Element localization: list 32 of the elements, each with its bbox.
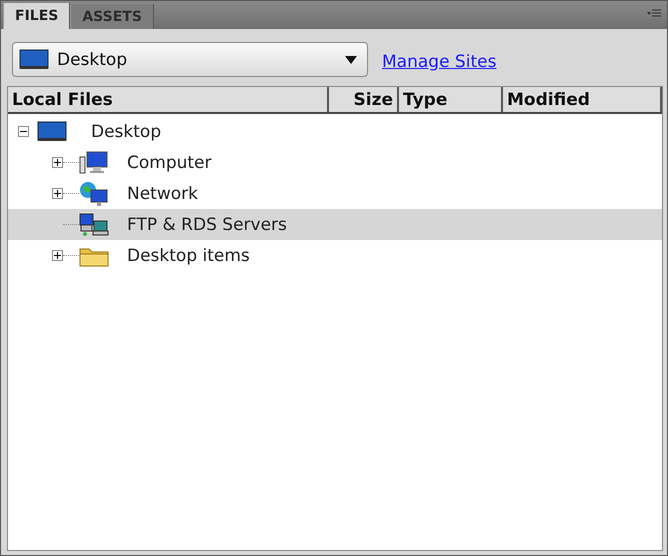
site-dropdown[interactable]: Desktop: [12, 42, 368, 77]
column-header[interactable]: Size: [329, 87, 399, 112]
collapse-toggle[interactable]: [18, 126, 29, 137]
column-header[interactable]: Modified: [503, 87, 662, 112]
column-header[interactable]: Type: [399, 87, 503, 112]
tree-row[interactable]: Computer: [8, 147, 662, 178]
dropdown-arrow-icon: [345, 56, 357, 64]
tree-label: Desktop items: [127, 246, 250, 266]
panel-tab[interactable]: FILES: [3, 3, 70, 29]
panel-menu-icon[interactable]: [647, 9, 661, 19]
tree-label: Network: [127, 184, 198, 204]
tree-label: FTP & RDS Servers: [127, 214, 287, 234]
servers-icon: [79, 212, 109, 236]
plus-icon: [54, 159, 61, 166]
tree-row[interactable]: FTP & RDS Servers: [8, 209, 662, 240]
expand-toggle[interactable]: [52, 188, 63, 199]
desktop-icon: [37, 120, 67, 142]
expand-toggle[interactable]: [52, 250, 63, 261]
plus-icon: [54, 252, 61, 259]
manage-sites-link[interactable]: Manage Sites: [382, 52, 496, 72]
tree-row[interactable]: Network: [8, 178, 662, 209]
desktop-icon: [19, 48, 49, 70]
column-header[interactable]: Local Files: [8, 87, 329, 112]
expand-toggle[interactable]: [52, 157, 63, 168]
computer-icon: [79, 150, 109, 174]
network-icon: [79, 180, 109, 206]
minus-icon: [20, 128, 27, 135]
tree-row[interactable]: Desktop items: [8, 240, 662, 271]
tree-label: Computer: [127, 152, 212, 172]
tree-label: Desktop: [91, 122, 162, 142]
tree-row[interactable]: Desktop: [8, 116, 662, 147]
plus-icon: [54, 190, 61, 197]
